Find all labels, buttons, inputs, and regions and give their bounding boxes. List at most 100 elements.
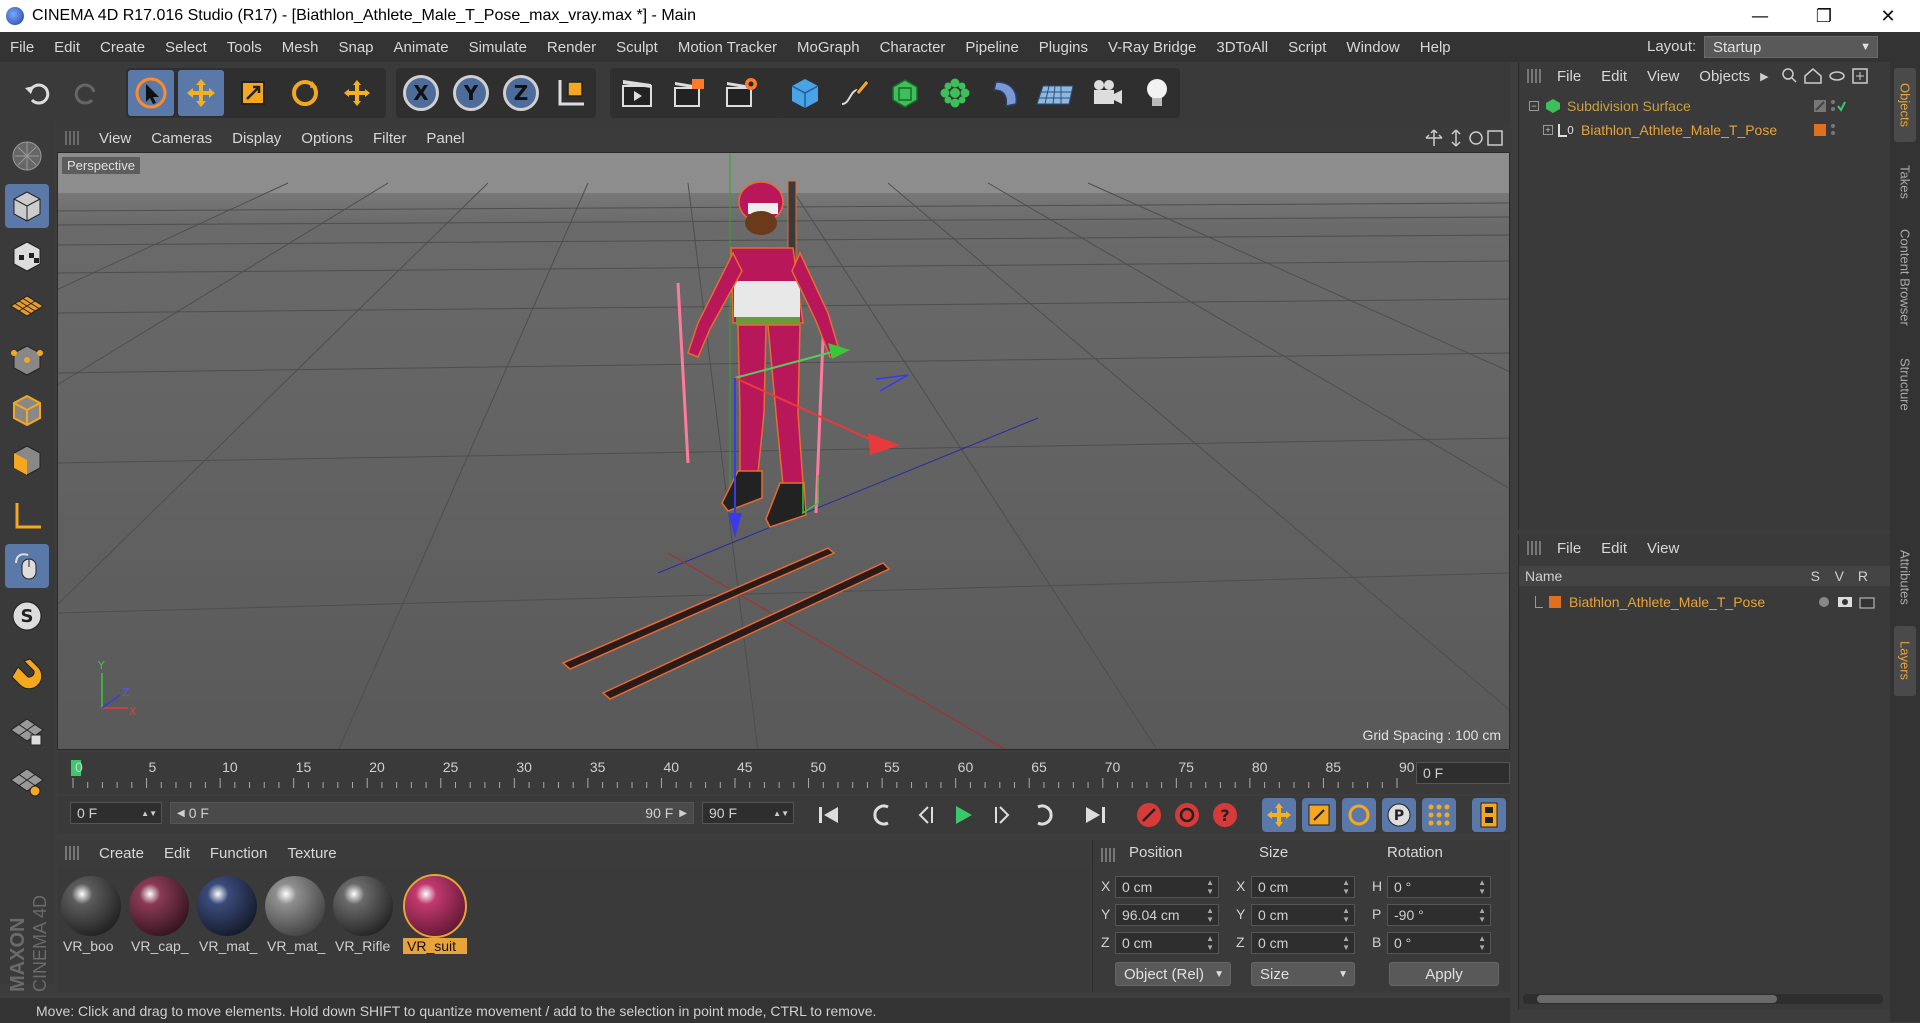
layer-color-swatch[interactable] — [1549, 596, 1561, 608]
key-pla-toggle[interactable] — [1422, 798, 1456, 832]
viewport-navigation-icons[interactable] — [1424, 128, 1504, 148]
texture-mode-button[interactable] — [5, 234, 49, 278]
tab-content-browser[interactable]: Content Browser — [1894, 212, 1916, 342]
material-menu-create[interactable]: Create — [89, 845, 154, 862]
panel-grip-icon[interactable] — [1527, 69, 1541, 83]
key-scale-toggle[interactable] — [1302, 798, 1336, 832]
size-x-field[interactable]: 0 cm ▲ ▼ — [1251, 876, 1355, 898]
keyframe-selection-button[interactable]: ? — [1208, 798, 1242, 832]
viewport-scene[interactable]: Y Z X — [58, 153, 1510, 750]
material-menu-function[interactable]: Function — [200, 845, 278, 862]
edges-mode-button[interactable] — [5, 388, 49, 432]
undo-button[interactable] — [14, 70, 60, 116]
panel-grip-icon[interactable] — [1101, 848, 1115, 862]
panel-grip-icon[interactable] — [65, 131, 79, 145]
viewport-menu-panel[interactable]: Panel — [416, 130, 474, 147]
start-frame-field[interactable]: 0 F ▲▼ — [70, 802, 162, 824]
objects-menu-edit[interactable]: Edit — [1591, 68, 1637, 85]
material-menu-edit[interactable]: Edit — [154, 845, 200, 862]
add-deformer-button[interactable] — [982, 70, 1028, 116]
object-layer-color-icons[interactable] — [1814, 122, 1846, 138]
scale-tool-button[interactable] — [230, 70, 276, 116]
viewport-menu-filter[interactable]: Filter — [363, 130, 416, 147]
viewport-menu-cameras[interactable]: Cameras — [141, 130, 222, 147]
viewport-menu-view[interactable]: View — [89, 130, 141, 147]
add-cube-button[interactable] — [782, 70, 828, 116]
close-button[interactable]: ✕ — [1856, 0, 1920, 32]
timeline-ruler[interactable]: 0 5 10 15 20 25 30 35 40 45 50 55 60 65 70 75 80 85 90 — [57, 752, 1510, 794]
planar-workplane-button[interactable] — [5, 760, 49, 804]
play-button[interactable] — [946, 798, 980, 832]
add-camera-button[interactable] — [1084, 70, 1130, 116]
redo-button[interactable] — [64, 70, 110, 116]
menu-create[interactable]: Create — [90, 39, 155, 56]
make-editable-button[interactable] — [5, 134, 49, 178]
size-y-field[interactable]: 0 cm ▲ ▼ — [1251, 904, 1355, 926]
minimize-button[interactable]: — — [1728, 0, 1792, 32]
key-position-toggle[interactable] — [1262, 798, 1296, 832]
menu-script[interactable]: Script — [1278, 39, 1336, 56]
object-visibility-icons[interactable] — [1814, 98, 1846, 114]
menu-3dtoall[interactable]: 3DToAll — [1206, 39, 1278, 56]
layers-menu-view[interactable]: View — [1637, 540, 1689, 557]
go-to-end-button[interactable] — [1078, 798, 1112, 832]
material-swatch[interactable]: VR_mat_ — [263, 874, 327, 956]
tab-attributes[interactable]: Attributes — [1894, 532, 1916, 622]
menu-motion-tracker[interactable]: Motion Tracker — [668, 39, 787, 56]
position-x-field[interactable]: 0 cm ▲ ▼ — [1115, 876, 1219, 898]
render-picture-viewer-button[interactable] — [666, 70, 712, 116]
tab-takes[interactable]: Takes — [1894, 152, 1916, 212]
live-select-button[interactable] — [334, 70, 380, 116]
layers-menu-edit[interactable]: Edit — [1591, 540, 1637, 557]
solo-mode-button[interactable]: S — [5, 594, 49, 638]
menu-tools[interactable]: Tools — [217, 39, 272, 56]
points-mode-button[interactable] — [5, 338, 49, 382]
menu-file[interactable]: File — [0, 39, 44, 56]
panel-grip-icon[interactable] — [1527, 541, 1541, 555]
add-cloner-button[interactable] — [932, 70, 978, 116]
frame-range-slider[interactable]: ◀ 0 F 90 F ▶ — [170, 802, 694, 824]
menu-snap[interactable]: Snap — [328, 39, 383, 56]
axis-mode-button[interactable] — [5, 494, 49, 538]
material-swatch-selected[interactable]: VR_suit — [403, 874, 467, 956]
material-swatch[interactable]: VR_boo — [59, 874, 123, 956]
coordinate-mode-dropdown[interactable]: Object (Rel) ▼ — [1115, 962, 1231, 986]
restore-button[interactable]: ❐ — [1792, 0, 1856, 32]
menu-window[interactable]: Window — [1336, 39, 1409, 56]
previous-frame-button[interactable] — [908, 798, 942, 832]
coordinate-system-button[interactable] — [548, 70, 594, 116]
size-z-field[interactable]: 0 cm ▲ ▼ — [1251, 932, 1355, 954]
rotation-p-field[interactable]: -90 ° ▲ ▼ — [1387, 904, 1491, 926]
y-axis-button[interactable]: Y — [448, 70, 494, 116]
key-parameter-toggle[interactable]: P — [1382, 798, 1416, 832]
rotation-h-field[interactable]: 0 ° ▲ ▼ — [1387, 876, 1491, 898]
menu-help[interactable]: Help — [1410, 39, 1461, 56]
material-swatch[interactable]: VR_mat_ — [195, 874, 259, 956]
viewport-menu-display[interactable]: Display — [222, 130, 291, 147]
add-subdivision-button[interactable] — [882, 70, 928, 116]
layer-row[interactable]: Biathlon_Athlete_Male_T_Pose — [1519, 590, 1890, 614]
z-axis-button[interactable]: Z — [498, 70, 544, 116]
menu-select[interactable]: Select — [155, 39, 217, 56]
autokeying-button[interactable] — [1170, 798, 1204, 832]
go-to-start-button[interactable] — [812, 798, 846, 832]
polygons-mode-button[interactable] — [5, 438, 49, 482]
key-rotation-toggle[interactable] — [1342, 798, 1376, 832]
tweak-mode-button[interactable] — [5, 544, 49, 588]
layers-menu-file[interactable]: File — [1547, 540, 1591, 557]
add-spline-pen-button[interactable] — [832, 70, 878, 116]
render-view-button[interactable] — [614, 70, 660, 116]
workplane-lock-button[interactable] — [5, 710, 49, 754]
viewport-menu-options[interactable]: Options — [291, 130, 363, 147]
layout-dropdown[interactable]: Startup ▼ — [1704, 36, 1878, 58]
expand-toggle-icon[interactable]: + — [1543, 125, 1553, 135]
object-row-biathlon-athlete[interactable]: + 0 Biathlon_Athlete_Male_T_Pose — [1519, 118, 1890, 142]
rotation-b-field[interactable]: 0 ° ▲ ▼ — [1387, 932, 1491, 954]
current-frame-field[interactable]: 0 F — [1416, 762, 1510, 784]
end-frame-field[interactable]: 90 F ▲▼ — [702, 802, 794, 824]
timeline-window-button[interactable] — [1472, 798, 1506, 832]
render-settings-button[interactable] — [718, 70, 764, 116]
tab-layers[interactable]: Layers — [1894, 626, 1916, 696]
menu-pipeline[interactable]: Pipeline — [955, 39, 1028, 56]
menu-simulate[interactable]: Simulate — [459, 39, 537, 56]
